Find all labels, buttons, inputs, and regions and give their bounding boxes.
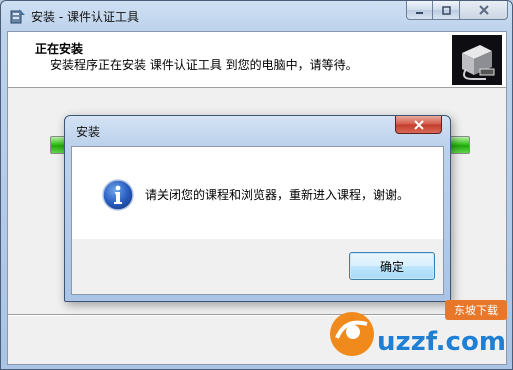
uzzf-watermark-logo: 东坡下载 uzzf.com [330, 300, 507, 357]
watermark-tag: 东坡下载 [454, 304, 498, 317]
dialog-body: 请关闭您的课程和浏览器，重新进入课程，谢谢。 确定 [71, 146, 444, 295]
watermark-brand: uzzf.com [377, 327, 506, 357]
window-title: 安装 - 课件认证工具 [31, 10, 139, 24]
caption-buttons [406, 1, 508, 20]
installer-app-icon [10, 9, 25, 24]
ok-button[interactable]: 确定 [349, 252, 435, 280]
title-bar[interactable]: 安装 - 课件认证工具 [1, 1, 512, 31]
maximize-button[interactable] [433, 1, 460, 20]
minimize-icon [416, 11, 423, 14]
maximize-icon [441, 5, 451, 15]
dialog-close-button[interactable] [395, 116, 442, 134]
wizard-header: 正在安装 安装程序正在安装 课件认证工具 到您的电脑中，请等待。 [8, 32, 506, 88]
installer-box-icon [452, 35, 502, 85]
page-subtitle: 安装程序正在安装 课件认证工具 到您的电脑中，请等待。 [50, 58, 358, 72]
dialog-message-area: 请关闭您的课程和浏览器，重新进入课程，谢谢。 [72, 147, 443, 239]
page-title: 正在安装 [35, 42, 84, 56]
close-icon [413, 119, 424, 130]
window-close-button[interactable] [460, 1, 508, 20]
info-icon [102, 179, 134, 211]
message-dialog: 安装 请关闭您的课程和浏览器，重新进入课程，谢谢。 确定 [64, 115, 451, 302]
minimize-button[interactable] [406, 1, 433, 20]
dialog-message: 请关闭您的课程和浏览器，重新进入课程，谢谢。 [145, 188, 410, 202]
dialog-title: 安装 [76, 125, 101, 139]
close-icon [478, 5, 489, 15]
